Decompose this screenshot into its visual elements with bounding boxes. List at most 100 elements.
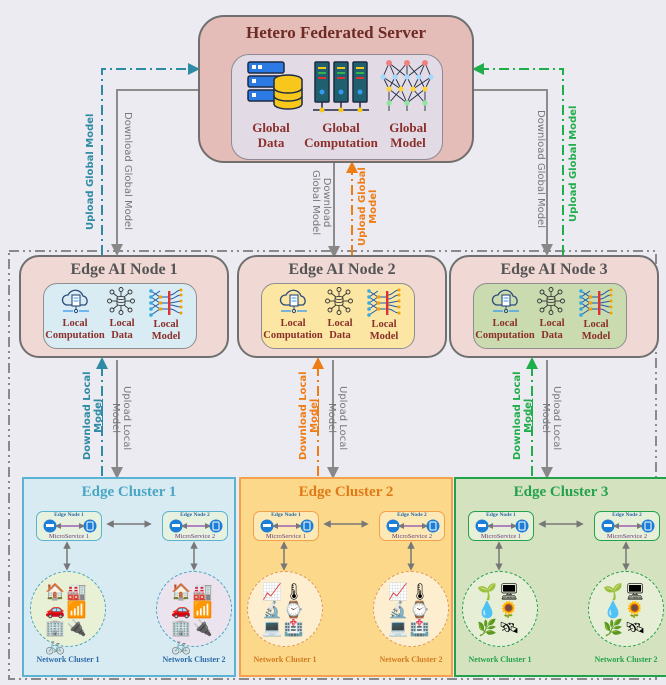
local-computation-label-l2: Computation — [263, 330, 323, 342]
router-icon — [43, 519, 97, 533]
edge-node-2: Edge Node 2 MicroService 2 — [162, 511, 228, 541]
iot-device-icons: 🌱🖥💧🌻🌿🛰 — [477, 584, 522, 637]
download-local-l1: Download Local — [512, 371, 523, 460]
microservice-label: MicroService 2 — [174, 533, 216, 540]
cloud-server-icon — [61, 289, 89, 314]
global-data-label: Global Data — [244, 120, 298, 151]
microservice-label: MicroService 1 — [480, 533, 522, 540]
network-cluster-1-label: Network Cluster 1 — [253, 655, 317, 664]
global-computation-label-l2: Computation — [304, 134, 378, 150]
network-cluster-2: 🌱🖥💧🌻🌿🛰 — [588, 571, 664, 647]
edge-node-1: Edge Node 1 MicroService 1 — [36, 511, 102, 541]
edge-cluster-3: Edge Cluster 3 Edge Node 1 MicroService … — [454, 477, 666, 677]
edge-node-2: Edge Node 2 MicroService 2 — [594, 511, 660, 541]
upload-global-label-3: Upload Global Model — [568, 105, 579, 222]
upload-local-label-3: Upload Local Model — [540, 386, 562, 450]
local-model-label-l1: Local — [371, 319, 397, 330]
edge-node-title: Edge Node 1 — [271, 512, 301, 518]
local-computation-label-l1: Local — [492, 318, 518, 329]
local-model-label-l2: Model — [151, 331, 181, 343]
edge-cluster-1: Edge Cluster 1 Edge Node 1 MicroService … — [22, 477, 236, 677]
server-rack-icon — [313, 61, 369, 113]
network-cluster-1-label: Network Cluster 1 — [36, 655, 100, 664]
global-model-label-l2: Model — [390, 134, 426, 150]
edge-node-1: Edge Node 1 MicroService 1 — [253, 511, 319, 541]
database-icon — [169, 519, 223, 533]
cloud-server-icon — [279, 289, 307, 314]
data-hub-icon — [325, 287, 353, 315]
microservice-label: MicroService 1 — [265, 533, 307, 540]
upload-local-label-1: Upload Local Model — [110, 386, 132, 450]
upload-local-l1: Upload Local — [337, 386, 348, 451]
upload-global-line-3 — [472, 63, 564, 255]
local-computation-label-l1: Local — [280, 318, 306, 329]
network-cluster-1: 📈🌡🔬⌚💻🏥 — [247, 571, 323, 647]
edge-ai-node-panel: Local Computation Local Data Local Model — [473, 283, 627, 349]
local-data-label-l1: Local — [539, 318, 565, 329]
edge-ai-node-1: Edge AI Node 1 Local Computation Local D… — [19, 255, 229, 358]
download-global-label-3: Download Global Model — [535, 110, 546, 228]
upload-local-l2: Model — [540, 403, 551, 434]
upload-local-l2: Model — [110, 403, 121, 434]
upload-local-l1: Upload Local — [551, 386, 562, 451]
global-data-label-l1: Global — [252, 120, 290, 135]
edge-node-title: Edge Node 1 — [54, 512, 84, 518]
edge-node-1: Edge Node 1 MicroService 1 — [468, 511, 534, 541]
edge-ai-node-title: Edge AI Node 3 — [500, 261, 608, 278]
database-icon — [601, 519, 655, 533]
edge-ai-node-panel: Local Computation Local Data Local Model — [261, 283, 415, 349]
local-computation-label: Local Computation — [44, 318, 106, 342]
network-cluster-1-label: Network Cluster 1 — [468, 655, 532, 664]
local-computation-label-l1: Local — [62, 318, 88, 329]
local-model-label-l2: Model — [581, 331, 611, 343]
download-local-l2: Model — [309, 398, 320, 433]
global-computation-label-l1: Global — [322, 120, 360, 135]
global-computation-label: Global Computation — [302, 120, 380, 151]
neural-network-icon — [380, 60, 434, 111]
upload-global-label-2-l1: Upload Global — [357, 167, 368, 246]
local-data-label-l2: Data — [111, 330, 133, 342]
database-icon — [386, 519, 440, 533]
local-computation-label: Local Computation — [474, 318, 536, 342]
upload-global-label-2-l2: Model — [368, 189, 379, 224]
iot-device-icons: 🌱🖥💧🌻🌿🛰 — [603, 584, 648, 637]
local-data-label: Local Data — [106, 318, 138, 342]
edge-ai-node-2: Edge AI Node 2 Local Computation Local D… — [237, 255, 447, 358]
edge-node-title: Edge Node 2 — [180, 512, 210, 518]
upload-local-l2: Model — [326, 403, 337, 434]
network-cluster-2: 🏠🏭🚗📶🏢🔌🚲 — [156, 571, 232, 655]
global-model-label: Global Model — [380, 120, 436, 151]
data-hub-icon — [107, 287, 135, 315]
local-data-label: Local Data — [324, 318, 356, 342]
router-icon — [475, 519, 529, 533]
microservice-label: MicroService 2 — [606, 533, 648, 540]
download-local-label-3: Download Local Model — [512, 371, 534, 460]
federated-server: Hetero Federated Server Global Data Glob… — [198, 15, 474, 163]
edge-node-title: Edge Node 1 — [486, 512, 516, 518]
edge-ai-node-3: Edge AI Node 3 Local Computation Local D… — [449, 255, 659, 358]
network-cluster-2-label: Network Cluster 2 — [594, 655, 658, 664]
iot-device-icons: 📈🌡🔬⌚💻🏥 — [262, 584, 307, 637]
local-model-label-l2: Model — [369, 331, 399, 343]
local-computation-label-l2: Computation — [45, 330, 105, 342]
router-icon — [260, 519, 314, 533]
download-local-l1: Download Local — [298, 371, 309, 460]
local-data-label: Local Data — [536, 318, 568, 342]
local-model-icon — [149, 288, 183, 317]
local-computation-label-l2: Computation — [475, 330, 535, 342]
edge-ai-node-title: Edge AI Node 2 — [288, 261, 396, 278]
server-title: Hetero Federated Server — [246, 23, 426, 42]
edge-cluster-2: Edge Cluster 2 Edge Node 1 MicroService … — [239, 477, 453, 677]
local-model-label: Local Model — [364, 319, 404, 343]
local-data-label-l1: Local — [327, 318, 353, 329]
edge-ai-node-panel: Local Computation Local Data Local Model — [43, 283, 197, 349]
iot-device-icons: 🏠🏭🚗📶🏢🔌🚲 — [45, 584, 89, 655]
local-model-icon — [367, 288, 401, 317]
local-data-label-l1: Local — [109, 318, 135, 329]
global-model-label-l1: Global — [389, 120, 427, 135]
local-model-label-l1: Local — [583, 319, 609, 330]
data-hub-icon — [537, 287, 565, 315]
database-server-icon — [247, 61, 303, 110]
edge-ai-node-title: Edge AI Node 1 — [70, 261, 178, 278]
microservice-label: MicroService 2 — [391, 533, 433, 540]
